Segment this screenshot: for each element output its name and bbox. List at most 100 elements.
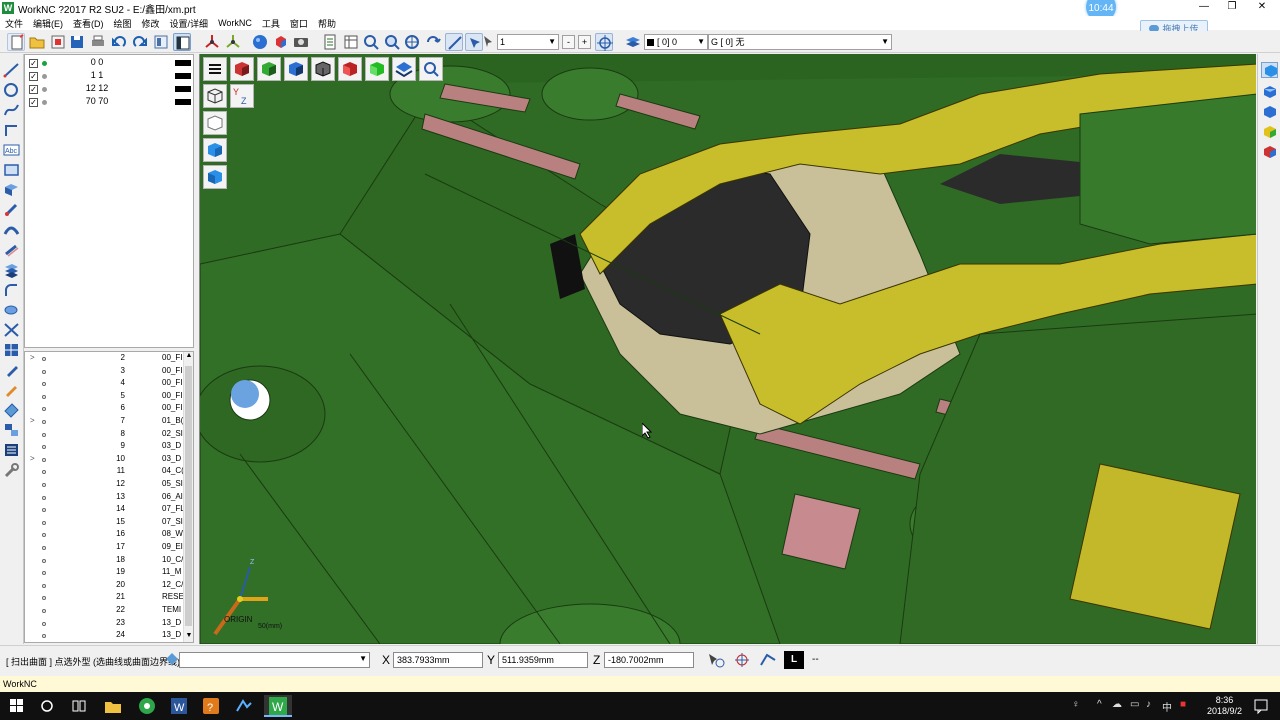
display-mode-icon[interactable] [152,33,170,51]
pan-icon[interactable] [403,33,421,51]
volume-icon[interactable]: ♪ [1146,699,1151,710]
expand-chevron-icon[interactable]: > [30,416,35,425]
layer-visibility-checkbox[interactable]: ✓ [29,85,38,94]
layer-row[interactable]: ✓ 12 12 [27,83,193,96]
task-view-icon[interactable] [68,695,90,717]
tray-overflow-icon[interactable]: ^ [1097,699,1102,710]
scroll-up-icon[interactable]: ▲ [184,352,193,362]
layer-visibility-checkbox[interactable]: ✓ [29,59,38,68]
view-wire-cube-icon[interactable] [311,57,335,81]
tree-row[interactable]: 14 07_FL [25,504,185,516]
view-blue-cube-icon[interactable] [284,57,308,81]
wrench-tool-icon[interactable] [3,462,20,478]
tree-row[interactable]: 15 07_SI [25,517,185,529]
layer-color-swatch[interactable] [175,60,191,66]
trim-tool-icon[interactable] [3,322,20,338]
view-top-icon[interactable] [392,57,416,81]
extrude-tool-icon[interactable] [3,202,20,218]
tree-scrollbar[interactable]: ▲ ▼ [183,352,193,642]
layer-color-swatch[interactable] [175,99,191,105]
axis-triad-icon[interactable] [203,33,221,51]
view-cube-front-icon[interactable] [1261,104,1278,120]
tree-row[interactable]: 17 09_EI [25,542,185,554]
tree-row[interactable]: 5 00_FI [25,391,185,403]
layer-color-swatch[interactable] [175,86,191,92]
fillet-tool-icon[interactable] [3,282,20,298]
save-icon[interactable] [68,33,86,51]
tree-row[interactable]: 19 11_M [25,567,185,579]
expand-chevron-icon[interactable]: > [30,454,35,463]
document-view-icon[interactable] [321,33,339,51]
multi-color-icon[interactable] [272,33,290,51]
snap-grid-icon[interactable] [758,651,778,669]
app-blue-icon[interactable] [233,695,255,717]
offset-tool-icon[interactable] [3,302,20,318]
zoom-view-icon[interactable] [419,57,443,81]
spline-tool-icon[interactable] [3,102,20,118]
layer-visibility-checkbox[interactable]: ✓ [29,72,38,81]
y-coord-field[interactable]: 511.9359mm [498,652,588,668]
tree-row[interactable]: >10 03_D [25,454,185,466]
new-file-icon[interactable] [7,33,25,51]
tree-row[interactable]: 4 00_FI [25,378,185,390]
zoom-window-icon[interactable] [362,33,380,51]
view-cube-section-icon[interactable] [1261,144,1278,160]
line-tool-icon[interactable] [3,62,20,78]
db-tool-icon[interactable] [3,442,20,458]
tree-row[interactable]: 6 00_FI [25,403,185,415]
grid-snap-icon[interactable] [445,33,463,51]
redo-icon[interactable] [131,33,149,51]
open-folder-icon[interactable] [28,33,46,51]
front-view-icon[interactable] [203,138,227,162]
security-app-icon[interactable]: ■ [1180,699,1186,710]
view-green-cube-icon[interactable] [257,57,281,81]
word-icon[interactable]: W [168,695,190,717]
taskbar-clock[interactable]: 8:36 2018/9/2 [1207,695,1242,717]
view-red-shaded-icon[interactable] [338,57,362,81]
current-layer-select[interactable]: [ 0] 0 ▼ [644,34,708,50]
close-button[interactable]: ✕ [1248,0,1276,16]
corner-tool-icon[interactable] [3,122,20,138]
stack-tool-icon[interactable] [3,262,20,278]
menu-edit[interactable]: 编辑(E) [28,17,68,30]
tray-cloud-icon[interactable]: ☁ [1112,699,1122,710]
pick-point-icon[interactable] [706,651,726,669]
z-coord-field[interactable]: -180.7002mm [604,652,694,668]
paint-tool-icon[interactable] [3,362,20,378]
layer-color-swatch[interactable] [175,73,191,79]
selection-filter-select[interactable]: ▼ [179,652,370,668]
menu-settings[interactable]: 设置/详细 [165,17,214,30]
pointer-tool-icon[interactable] [479,33,497,51]
tree-row[interactable]: 9 03_D [25,441,185,453]
text-tool-icon[interactable]: Abc [3,142,20,158]
menu-window[interactable]: 窗口 [285,17,313,30]
menu-help[interactable]: 帮助 [313,17,341,30]
snap-target-icon[interactable] [732,651,752,669]
pencil-tool-icon[interactable] [3,382,20,398]
layer-row[interactable]: ✓ 0 0 [27,57,193,70]
file-explorer-icon[interactable] [102,695,124,717]
view-cube-home-icon[interactable] [1261,62,1278,78]
tree-row[interactable]: 12 05_SI [25,479,185,491]
axis-view-icon[interactable]: YZ [230,84,254,108]
tray-monitor-icon[interactable]: ▭ [1130,699,1139,710]
view-green-shaded-icon[interactable] [365,57,389,81]
sheet-view-icon[interactable] [342,33,360,51]
zoom-fit-icon[interactable] [383,33,401,51]
layer-row[interactable]: ✓ 70 70 [27,96,193,109]
x-coord-field[interactable]: 383.7933mm [393,652,483,668]
rotate-icon[interactable] [424,33,442,51]
tree-row[interactable]: >7 01_B( [25,416,185,428]
expand-chevron-icon[interactable]: > [30,353,35,362]
network-user-icon[interactable]: ♀ [1072,699,1080,710]
tree-row[interactable]: 16 08_W [25,529,185,541]
menu-tools[interactable]: 工具 [257,17,285,30]
worknc-taskbar-button[interactable]: W [264,695,292,717]
tree-row[interactable]: 24 13_D [25,630,185,642]
tree-row[interactable]: 8 02_SI [25,429,185,441]
menu-view[interactable]: 查看(D) [68,17,109,30]
camera-icon[interactable] [292,33,310,51]
view-cube-top-icon[interactable] [1261,84,1278,100]
scroll-thumb[interactable] [185,366,192,626]
wire-box-view-icon[interactable] [203,111,227,135]
